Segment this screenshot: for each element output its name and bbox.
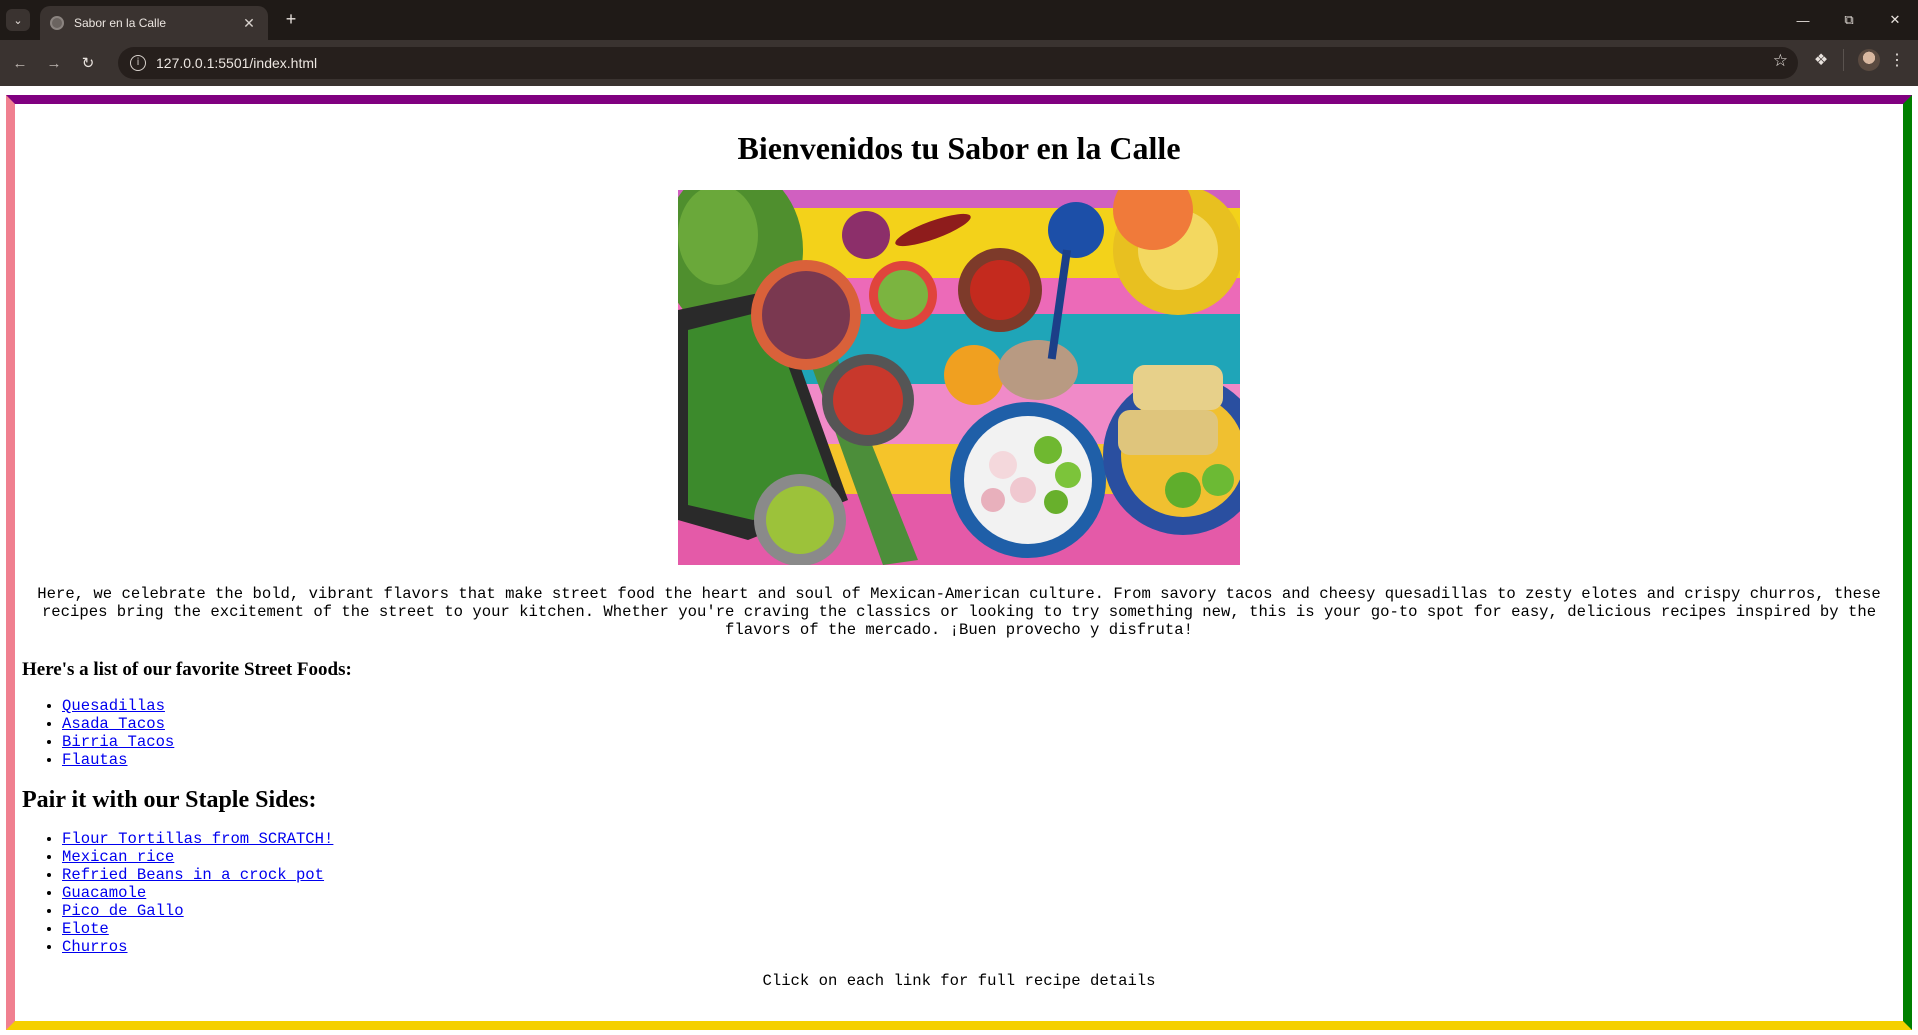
recipe-link-guacamole[interactable]: Guacamole — [62, 884, 146, 902]
recipe-link-pico-de-gallo[interactable]: Pico de Gallo — [62, 902, 184, 920]
toolbar-right-actions: ❖ ⋮ — [1807, 49, 1908, 71]
recipe-link-flour-tortillas[interactable]: Flour Tortillas from SCRATCH! — [62, 830, 333, 848]
street-foods-list: Quesadillas Asada Tacos Birria Tacos Fla… — [62, 697, 1896, 769]
restore-icon: ⧉ — [1844, 12, 1854, 27]
recipe-link-quesadillas[interactable]: Quesadillas — [62, 697, 165, 715]
arrow-right-icon: → — [46, 54, 62, 72]
footer-note: Click on each link for full recipe detai… — [762, 972, 1156, 990]
list-item: Pico de Gallo — [62, 902, 1896, 920]
hero-image — [678, 190, 1240, 565]
window-controls: — ⧉ ✕ — [1780, 0, 1918, 40]
reload-icon: ↻ — [81, 55, 95, 72]
page-viewport: Bienvenidos tu Sabor en la Calle Here, w… — [0, 86, 1918, 1035]
recipe-link-elote[interactable]: Elote — [62, 920, 109, 938]
browser-tab-active[interactable]: Sabor en la Calle ✕ — [40, 6, 268, 40]
list-item: Quesadillas — [62, 697, 1896, 715]
list-item: Flour Tortillas from SCRATCH! — [62, 830, 1896, 848]
list-item: Refried Beans in a crock pot — [62, 866, 1896, 884]
recipe-link-birria-tacos[interactable]: Birria Tacos — [62, 733, 174, 751]
back-button[interactable]: ← — [6, 49, 34, 77]
toolbar-divider — [1843, 49, 1844, 71]
list-item: Churros — [62, 938, 1896, 956]
sides-heading: Pair it with our Staple Sides: — [22, 787, 317, 813]
recipe-link-refried-beans[interactable]: Refried Beans in a crock pot — [62, 866, 324, 884]
list-item: Flautas — [62, 751, 1896, 769]
new-tab-button[interactable]: + — [280, 8, 302, 30]
arrow-left-icon: ← — [12, 54, 28, 72]
address-bar[interactable]: i 127.0.0.1:5501/index.html ☆ — [118, 47, 1798, 79]
avatar[interactable] — [1858, 49, 1880, 71]
kebab-menu-icon[interactable]: ⋮ — [1886, 50, 1908, 70]
street-foods-heading: Here's a list of our favorite Street Foo… — [22, 659, 352, 680]
url-text[interactable]: 127.0.0.1:5501/index.html — [156, 55, 317, 71]
globe-icon — [50, 16, 64, 30]
close-icon[interactable]: ✕ — [240, 15, 258, 32]
close-window-button[interactable]: ✕ — [1872, 0, 1918, 40]
sides-list: Flour Tortillas from SCRATCH! Mexican ri… — [62, 830, 1896, 956]
minimize-icon: — — [1796, 12, 1810, 28]
list-item: Mexican rice — [62, 848, 1896, 866]
restore-button[interactable]: ⧉ — [1826, 0, 1872, 40]
puzzle-icon[interactable]: ❖ — [1807, 50, 1835, 70]
list-item: Guacamole — [62, 884, 1896, 902]
forward-button[interactable]: → — [40, 49, 68, 77]
list-item: Birria Tacos — [62, 733, 1896, 751]
list-item: Asada Tacos — [62, 715, 1896, 733]
intro-paragraph: Here, we celebrate the bold, vibrant fla… — [37, 585, 1881, 639]
list-item: Elote — [62, 920, 1896, 938]
recipe-link-flautas[interactable]: Flautas — [62, 751, 128, 769]
tab-title: Sabor en la Calle — [74, 16, 167, 30]
page-border-frame: Bienvenidos tu Sabor en la Calle Here, w… — [6, 95, 1912, 1030]
page-title: Bienvenidos tu Sabor en la Calle — [737, 130, 1181, 166]
browser-toolbar: ← → ↻ i 127.0.0.1:5501/index.html ☆ ❖ ⋮ — [0, 40, 1918, 86]
star-icon[interactable]: ☆ — [1773, 51, 1788, 71]
close-icon: ✕ — [1889, 12, 1901, 27]
minimize-button[interactable]: — — [1780, 0, 1826, 40]
chevron-down-icon: ⌄ — [13, 14, 23, 27]
plus-icon: + — [285, 9, 297, 29]
recipe-link-mexican-rice[interactable]: Mexican rice — [62, 848, 174, 866]
tab-search-button[interactable]: ⌄ — [6, 9, 30, 31]
recipe-link-churros[interactable]: Churros — [62, 938, 128, 956]
tab-strip: ⌄ Sabor en la Calle ✕ + — ⧉ ✕ — [0, 0, 1918, 40]
reload-button[interactable]: ↻ — [74, 49, 102, 77]
recipe-link-asada-tacos[interactable]: Asada Tacos — [62, 715, 165, 733]
info-icon[interactable]: i — [130, 55, 146, 71]
